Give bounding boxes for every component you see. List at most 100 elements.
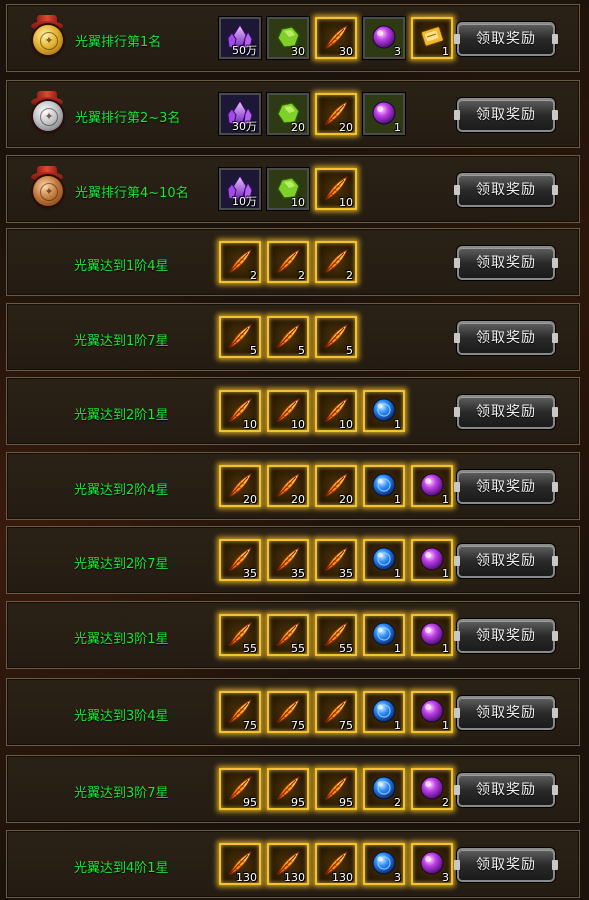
reward-condition-label: 光翼达到4阶1星 [74, 861, 169, 876]
reward-item-slot[interactable]: 95 [315, 768, 357, 810]
item-quantity: 95 [339, 796, 353, 809]
reward-item-slot[interactable]: 2 [315, 241, 357, 283]
reward-item-slot[interactable]: 75 [267, 691, 309, 733]
item-quantity: 1 [442, 567, 449, 580]
reward-item-slot[interactable]: 30 [267, 17, 309, 59]
reward-item-slot[interactable]: 1 [363, 539, 405, 581]
reward-item-slot[interactable]: 20 [315, 93, 357, 135]
reward-item-slot[interactable]: 30 [315, 17, 357, 59]
reward-item-slot[interactable]: 10 [267, 168, 309, 210]
reward-condition-label: 光翼达到2阶7星 [74, 557, 169, 572]
reward-item-slot[interactable]: 5 [315, 316, 357, 358]
reward-item-slot[interactable]: 1 [363, 691, 405, 733]
reward-item-slot[interactable]: 2 [363, 768, 405, 810]
reward-item-slot[interactable]: 20 [219, 465, 261, 507]
claim-reward-button[interactable]: 领取奖励 [454, 173, 558, 207]
reward-row: 光翼达到1阶4星 2 2 2 领取奖励 [6, 228, 580, 296]
claim-reward-button[interactable]: 领取奖励 [454, 246, 558, 280]
reward-condition-label: 光翼达到3阶4星 [74, 709, 169, 724]
claim-reward-button[interactable]: 领取奖励 [454, 470, 558, 504]
item-quantity: 20 [291, 493, 305, 506]
claim-reward-button[interactable]: 领取奖励 [454, 22, 558, 56]
item-quantity: 10 [291, 196, 305, 209]
claim-reward-button[interactable]: 领取奖励 [454, 619, 558, 653]
reward-item-slot[interactable]: 20 [315, 465, 357, 507]
claim-reward-button[interactable]: 领取奖励 [454, 848, 558, 882]
item-quantity: 130 [236, 871, 257, 884]
item-quantity: 5 [250, 344, 257, 357]
reward-item-slot[interactable]: 20 [267, 93, 309, 135]
reward-item-slot[interactable]: 1 [411, 614, 453, 656]
reward-item-slot[interactable]: 50万 [219, 17, 261, 59]
reward-row: 光翼排行第4~10名 10万 10 10 领取奖励 [6, 155, 580, 223]
claim-reward-button[interactable]: 领取奖励 [454, 395, 558, 429]
reward-item-slot[interactable]: 35 [315, 539, 357, 581]
item-quantity: 10 [339, 418, 353, 431]
reward-item-slot[interactable]: 95 [219, 768, 261, 810]
reward-item-slot[interactable]: 75 [219, 691, 261, 733]
reward-item-slot[interactable]: 1 [411, 539, 453, 581]
reward-item-slot[interactable]: 2 [219, 241, 261, 283]
reward-row: 光翼达到3阶4星 75 75 75 1 1 领取奖励 [6, 678, 580, 746]
reward-item-slot[interactable]: 3 [411, 843, 453, 885]
reward-item-slot[interactable]: 55 [267, 614, 309, 656]
item-quantity: 20 [339, 121, 353, 134]
reward-condition-label: 光翼达到3阶7星 [74, 786, 169, 801]
item-quantity: 5 [346, 344, 353, 357]
reward-item-slot[interactable]: 10 [267, 390, 309, 432]
reward-item-slot[interactable]: 1 [363, 465, 405, 507]
reward-item-slot[interactable]: 5 [267, 316, 309, 358]
reward-item-slot[interactable]: 35 [267, 539, 309, 581]
reward-item-slot[interactable]: 95 [267, 768, 309, 810]
claim-reward-button[interactable]: 领取奖励 [454, 696, 558, 730]
reward-item-slot[interactable]: 2 [267, 241, 309, 283]
reward-item-slot[interactable]: 1 [363, 614, 405, 656]
item-quantity: 1 [394, 121, 401, 134]
item-quantity: 55 [243, 642, 257, 655]
gold-medal-icon [27, 15, 67, 59]
item-quantity: 30 [291, 45, 305, 58]
item-quantity: 10万 [232, 195, 257, 208]
claim-reward-button[interactable]: 领取奖励 [454, 544, 558, 578]
reward-row: 光翼达到2阶1星 10 10 10 1 领取奖励 [6, 377, 580, 445]
reward-item-slot[interactable]: 2 [411, 768, 453, 810]
reward-item-slot[interactable]: 20 [267, 465, 309, 507]
item-quantity: 1 [394, 719, 401, 732]
reward-item-slot[interactable]: 35 [219, 539, 261, 581]
item-quantity: 20 [339, 493, 353, 506]
item-quantity: 95 [243, 796, 257, 809]
reward-item-slot[interactable]: 1 [411, 17, 453, 59]
item-quantity: 1 [394, 642, 401, 655]
reward-item-slot[interactable]: 10 [219, 390, 261, 432]
reward-item-slot[interactable]: 3 [363, 843, 405, 885]
reward-item-slot[interactable]: 130 [267, 843, 309, 885]
reward-condition-label: 光翼排行第2~3名 [75, 111, 181, 126]
claim-reward-button[interactable]: 领取奖励 [454, 321, 558, 355]
bronze-medal-icon [27, 166, 67, 210]
claim-reward-button[interactable]: 领取奖励 [454, 773, 558, 807]
reward-item-slot[interactable]: 3 [363, 17, 405, 59]
item-quantity: 1 [394, 567, 401, 580]
reward-item-slot[interactable]: 1 [363, 390, 405, 432]
item-quantity: 10 [243, 418, 257, 431]
item-quantity: 35 [243, 567, 257, 580]
item-quantity: 1 [442, 493, 449, 506]
reward-item-slot[interactable]: 55 [315, 614, 357, 656]
item-quantity: 2 [394, 796, 401, 809]
item-quantity: 2 [250, 269, 257, 282]
reward-item-slot[interactable]: 1 [411, 691, 453, 733]
reward-item-slot[interactable]: 10万 [219, 168, 261, 210]
reward-item-slot[interactable]: 5 [219, 316, 261, 358]
claim-reward-button[interactable]: 领取奖励 [454, 98, 558, 132]
reward-row: 光翼排行第1名 50万 30 30 3 1 领取奖励 [6, 4, 580, 72]
reward-item-slot[interactable]: 1 [411, 465, 453, 507]
reward-item-slot[interactable]: 10 [315, 168, 357, 210]
reward-item-slot[interactable]: 130 [219, 843, 261, 885]
reward-item-slot[interactable]: 10 [315, 390, 357, 432]
reward-item-slot[interactable]: 55 [219, 614, 261, 656]
reward-item-slot[interactable]: 30万 [219, 93, 261, 135]
reward-item-slot[interactable]: 75 [315, 691, 357, 733]
item-quantity: 1 [442, 642, 449, 655]
reward-item-slot[interactable]: 130 [315, 843, 357, 885]
reward-item-slot[interactable]: 1 [363, 93, 405, 135]
